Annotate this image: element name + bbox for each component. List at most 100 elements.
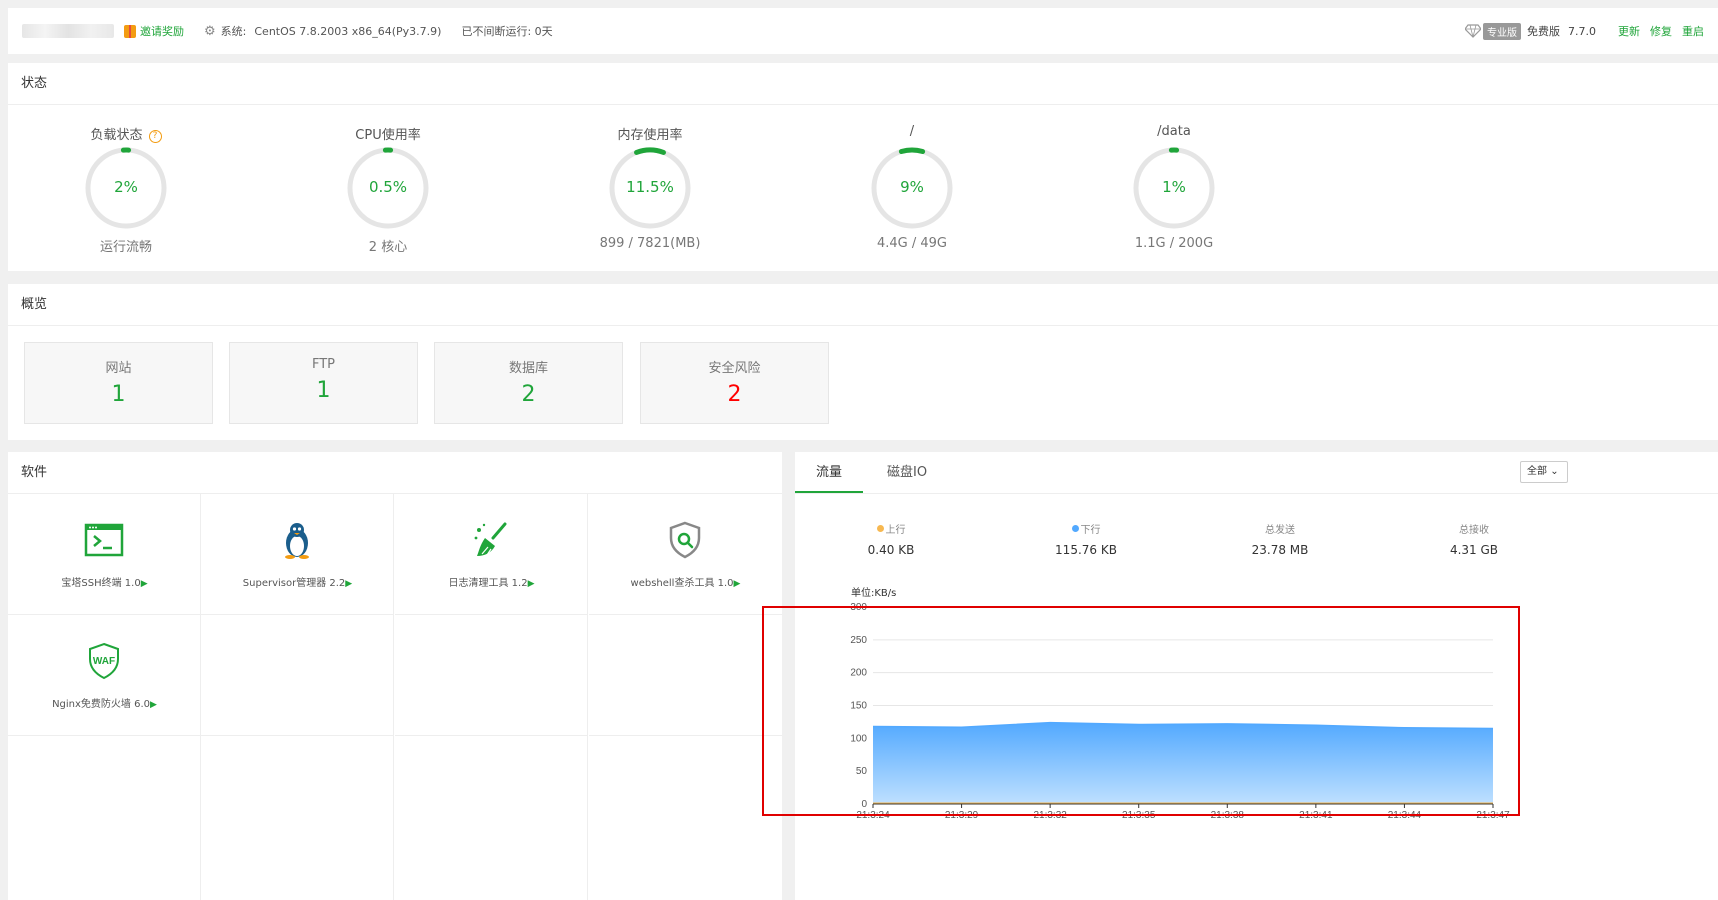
x-tick-label: 21:3:47 bbox=[1476, 810, 1510, 818]
system-label: 系统: bbox=[220, 25, 247, 38]
system-value: CentOS 7.8.2003 x86_64(Py3.7.9) bbox=[254, 24, 442, 38]
software-item-webshell-scanner[interactable]: webshell查杀工具 1.0▶ bbox=[589, 494, 782, 615]
overview-title: 概览 bbox=[8, 284, 1718, 326]
waf-text: WAF bbox=[93, 656, 115, 667]
software-item-label: 日志清理工具 1.2▶ bbox=[448, 578, 535, 589]
download-dot-icon bbox=[1071, 525, 1079, 532]
traffic-panel: 流量 磁盘IO 全部 ⌄ 上行 0.40 KB 下行 115.76 KB 总发送… bbox=[795, 452, 1718, 900]
gauge-subtitle: 1.1G / 200G bbox=[1134, 236, 1214, 251]
software-item-label: webshell查杀工具 1.0▶ bbox=[630, 578, 741, 589]
overview-card-label: 数据库 bbox=[508, 361, 548, 376]
gauge-subtitle: 2 核心 bbox=[368, 240, 408, 255]
gauge-title: / bbox=[909, 124, 915, 139]
software-item-log-cleaner[interactable]: 日志清理工具 1.2▶ bbox=[395, 494, 588, 615]
gauge-title: 负载状态? bbox=[26, 124, 226, 143]
software-item-supervisor[interactable]: Supervisor管理器 2.2▶ bbox=[201, 494, 394, 615]
tab-traffic[interactable]: 流量 bbox=[795, 452, 863, 493]
gauge-title: /data bbox=[1157, 124, 1191, 139]
overview-card-value: 1 bbox=[111, 382, 126, 407]
stat-value: 115.76 KB bbox=[1055, 543, 1117, 557]
overview-panel: 概览 网站 1 FTP 1 数据库 2 安全风险 2 bbox=[8, 284, 1718, 440]
update-link[interactable]: 更新 bbox=[1618, 23, 1640, 39]
y-tick-label: 300 bbox=[850, 602, 867, 613]
software-empty-slot bbox=[201, 736, 394, 900]
x-tick-label: 21:3:24 bbox=[856, 810, 890, 818]
software-title: 软件 bbox=[8, 452, 782, 494]
software-empty-slot bbox=[395, 615, 588, 736]
traffic-tabs: 流量 磁盘IO 全部 ⌄ bbox=[795, 452, 1718, 494]
software-item-nginx-waf[interactable]: WAF Nginx免费防火墙 6.0▶ bbox=[8, 615, 201, 736]
x-tick-label: 21:3:29 bbox=[945, 810, 979, 818]
invite-reward-link[interactable]: 邀请奖励 bbox=[140, 23, 184, 39]
interface-select[interactable]: 全部 ⌄ bbox=[1520, 461, 1568, 483]
y-tick-label: 50 bbox=[856, 766, 868, 777]
software-grid: 宝塔SSH终端 1.0▶ Supervisor管理器 2.2▶ 日志清理工具 1… bbox=[8, 494, 782, 900]
software-item-label: Nginx免费防火墙 6.0▶ bbox=[52, 699, 157, 710]
software-item-ssh-terminal[interactable]: 宝塔SSH终端 1.0▶ bbox=[8, 494, 201, 615]
software-item-label: 宝塔SSH终端 1.0▶ bbox=[61, 578, 148, 589]
top-bar: 邀请奖励 ⚙ 系统: CentOS 7.8.2003 x86_64(Py3.7.… bbox=[8, 8, 1718, 54]
gauge-load[interactable]: 负载状态? 2% 运行流畅 bbox=[26, 105, 226, 271]
y-tick-label: 250 bbox=[850, 635, 867, 646]
shield-search-icon bbox=[669, 521, 701, 559]
y-tick-label: 100 bbox=[850, 733, 867, 744]
overview-card-value: 1 bbox=[316, 378, 331, 403]
broom-icon bbox=[474, 522, 507, 556]
traffic-chart: 0 50 100 150 200 250 300 21:3:24 21:3:29 21:3:32 2… bbox=[850, 602, 1510, 818]
chevron-down-icon: ⌄ bbox=[1550, 466, 1559, 477]
overview-card-label: 安全风险 bbox=[708, 361, 761, 376]
stat-label: 总接收 bbox=[1459, 525, 1489, 536]
stat-value: 23.78 MB bbox=[1251, 543, 1309, 557]
pro-badge[interactable]: 专业版 bbox=[1483, 22, 1521, 40]
gauge-memory[interactable]: 内存使用率 11.5% 899 / 7821(MB) bbox=[550, 105, 750, 271]
diamond-icon bbox=[1465, 24, 1481, 38]
x-tick-label: 21:3:41 bbox=[1299, 810, 1333, 818]
stat-total-sent: 总发送 23.78 MB bbox=[1200, 521, 1360, 557]
overview-card-value: 2 bbox=[521, 382, 536, 407]
gauge-subtitle: 运行流畅 bbox=[99, 240, 152, 255]
software-item-label: Supervisor管理器 2.2▶ bbox=[242, 578, 353, 589]
repair-link[interactable]: 修复 bbox=[1650, 23, 1672, 39]
tab-disk-io[interactable]: 磁盘IO bbox=[887, 452, 927, 493]
overview-card-label: 网站 bbox=[105, 361, 132, 376]
terminal-icon bbox=[84, 523, 124, 557]
software-panel: 软件 宝塔SSH终端 1.0▶ Supervisor管理器 2.2▶ 日志清理工… bbox=[8, 452, 782, 900]
overview-card-ftp[interactable]: FTP 1 bbox=[229, 342, 418, 424]
interface-select-value: 全部 bbox=[1527, 466, 1547, 477]
stat-label: 上行 bbox=[811, 521, 971, 536]
stat-value: 4.31 GB bbox=[1449, 543, 1499, 557]
stat-label: 下行 bbox=[1006, 521, 1166, 536]
y-tick-label: 0 bbox=[861, 799, 867, 810]
gauge-title: CPU使用率 bbox=[355, 128, 421, 143]
x-tick-label: 21:3:35 bbox=[1122, 810, 1156, 818]
gauge-value: 1% bbox=[1162, 178, 1186, 196]
stat-value: 0.40 KB bbox=[867, 543, 915, 557]
stat-label: 总发送 bbox=[1265, 525, 1295, 536]
gauge-value: 9% bbox=[900, 178, 924, 196]
gauge-subtitle: 899 / 7821(MB) bbox=[599, 236, 701, 251]
penguin-icon bbox=[285, 523, 309, 559]
y-tick-label: 150 bbox=[850, 701, 867, 712]
overview-card-value: 2 bbox=[727, 382, 742, 407]
gauge-root-disk[interactable]: / 9% 4.4G / 49G bbox=[812, 105, 1012, 271]
x-tick-label: 21:3:38 bbox=[1211, 810, 1245, 818]
server-name-blurred bbox=[22, 24, 114, 38]
software-empty-slot bbox=[8, 736, 201, 900]
software-empty-slot bbox=[589, 736, 782, 900]
overview-card-label: FTP bbox=[311, 357, 336, 372]
series-download-area bbox=[873, 722, 1493, 804]
stat-download: 下行 115.76 KB bbox=[1006, 521, 1166, 557]
status-title: 状态 bbox=[8, 63, 1718, 105]
overview-card-websites[interactable]: 网站 1 bbox=[24, 342, 213, 424]
edition-label: 免费版 bbox=[1527, 25, 1560, 38]
stat-upload: 上行 0.40 KB bbox=[811, 521, 971, 557]
overview-card-security-risk[interactable]: 安全风险 2 bbox=[640, 342, 829, 424]
help-icon[interactable]: ? bbox=[148, 130, 162, 143]
gauge-data-disk[interactable]: /data 1% 1.1G / 200G bbox=[1074, 105, 1274, 271]
software-empty-slot bbox=[395, 736, 588, 900]
restart-link[interactable]: 重启 bbox=[1682, 23, 1704, 39]
overview-card-database[interactable]: 数据库 2 bbox=[434, 342, 623, 424]
y-tick-label: 200 bbox=[850, 668, 867, 679]
x-tick-label: 21:3:32 bbox=[1033, 810, 1067, 818]
gauge-cpu[interactable]: CPU使用率 0.5% 2 核心 bbox=[288, 105, 488, 271]
